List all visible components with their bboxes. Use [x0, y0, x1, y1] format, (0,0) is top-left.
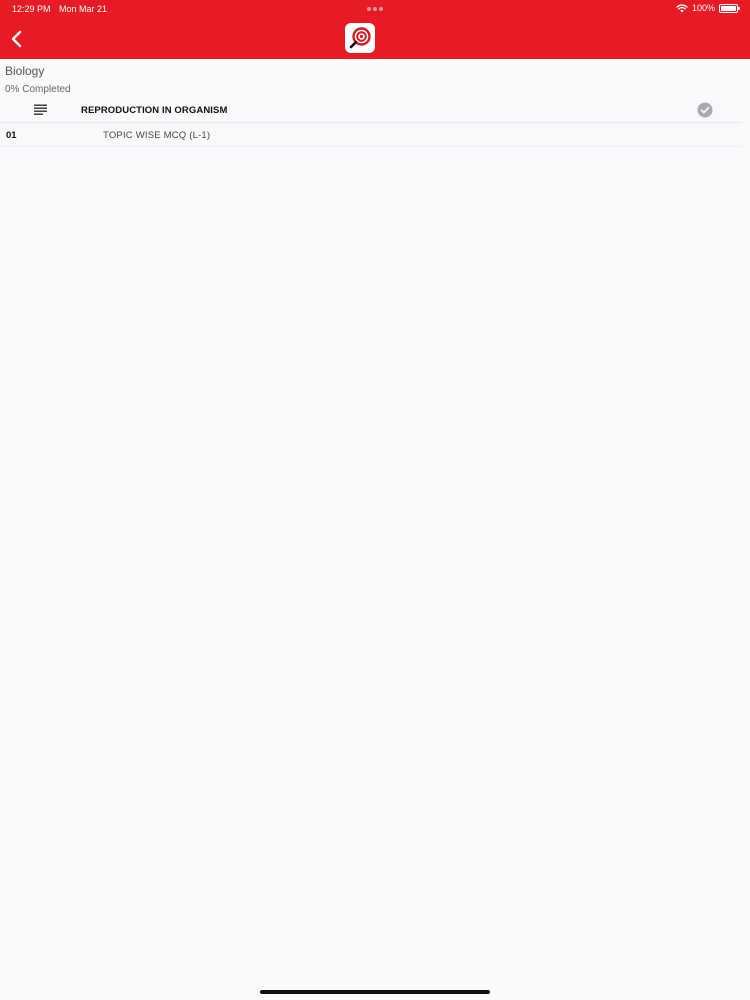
topic-number: 01 — [6, 130, 17, 141]
multitasking-dots-icon[interactable] — [367, 7, 383, 11]
status-right: 100% — [676, 3, 740, 13]
status-date: Mon Mar 21 — [59, 4, 108, 14]
check-circle-icon — [697, 102, 713, 118]
target-magnifier-logo — [349, 27, 371, 49]
list-icon — [34, 104, 47, 115]
battery-icon — [719, 3, 740, 13]
home-indicator[interactable] — [260, 990, 490, 994]
chevron-left-icon — [11, 30, 22, 48]
wifi-icon — [676, 4, 688, 12]
status-time: 12:29 PM — [12, 4, 51, 14]
app-header: 12:29 PM Mon Mar 21 100% — [0, 0, 750, 59]
list-item[interactable]: 01 TOPIC WISE MCQ (L-1) — [0, 123, 742, 147]
chapter-title: REPRODUCTION IN ORGANISM — [81, 105, 228, 116]
back-button[interactable] — [8, 28, 28, 50]
course-title: Biology — [5, 64, 45, 78]
app-logo — [345, 23, 375, 53]
topic-title: TOPIC WISE MCQ (L-1) — [103, 130, 211, 141]
chapter-header[interactable]: REPRODUCTION IN ORGANISM — [0, 99, 742, 123]
status-bar: 12:29 PM Mon Mar 21 100% — [0, 0, 750, 18]
battery-percentage: 100% — [691, 3, 715, 13]
progress-label: 0% Completed — [5, 84, 71, 95]
